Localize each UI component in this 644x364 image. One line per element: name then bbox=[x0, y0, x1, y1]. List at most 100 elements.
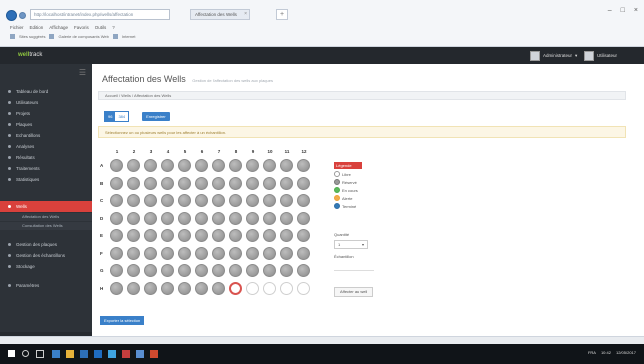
well-slot[interactable] bbox=[263, 159, 276, 172]
well-slot[interactable] bbox=[178, 194, 191, 207]
well-slot[interactable] bbox=[297, 194, 310, 207]
well-slot[interactable] bbox=[297, 246, 310, 260]
well-slot[interactable] bbox=[161, 211, 174, 225]
well-slot[interactable] bbox=[144, 159, 157, 172]
well-slot[interactable] bbox=[195, 159, 208, 172]
well-slot[interactable] bbox=[246, 229, 259, 242]
well-slot[interactable] bbox=[161, 264, 174, 277]
well-slot[interactable] bbox=[110, 159, 123, 172]
well-slot[interactable] bbox=[127, 176, 140, 190]
well-slot[interactable] bbox=[212, 246, 225, 260]
word-icon[interactable] bbox=[136, 350, 144, 358]
task-view-icon[interactable] bbox=[36, 350, 44, 358]
well-slot[interactable] bbox=[229, 246, 242, 260]
well-slot[interactable] bbox=[297, 211, 310, 225]
row-header[interactable]: B bbox=[100, 181, 106, 186]
well-slot[interactable] bbox=[195, 229, 208, 242]
menu-item[interactable]: ? bbox=[112, 25, 115, 30]
user-role-menu[interactable]: Utilisateur bbox=[584, 50, 617, 61]
well-slot[interactable] bbox=[161, 281, 174, 295]
well-slot[interactable] bbox=[212, 281, 225, 295]
app-logo[interactable]: welltrack bbox=[18, 52, 42, 58]
apply-button[interactable]: Affecter au well bbox=[334, 287, 374, 297]
well-slot[interactable] bbox=[263, 281, 276, 295]
column-header[interactable]: 5 bbox=[177, 149, 193, 154]
address-bar[interactable]: http://localhost/intranet/index.php/well… bbox=[30, 9, 170, 20]
plate-size-option[interactable]: 96 bbox=[105, 112, 116, 121]
well-slot[interactable] bbox=[195, 194, 208, 207]
row-header[interactable]: G bbox=[100, 268, 106, 273]
menu-item[interactable]: Affichage bbox=[49, 25, 68, 30]
well-slot[interactable] bbox=[246, 159, 259, 172]
menu-item[interactable]: Outils bbox=[95, 25, 107, 30]
well-slot[interactable] bbox=[144, 176, 157, 190]
well-slot[interactable] bbox=[178, 159, 191, 172]
well-slot[interactable] bbox=[263, 229, 276, 242]
sample-input[interactable] bbox=[334, 262, 374, 271]
column-header[interactable]: 10 bbox=[262, 149, 278, 154]
well-slot[interactable] bbox=[212, 159, 225, 172]
well-slot[interactable] bbox=[161, 176, 174, 190]
well-slot[interactable] bbox=[178, 264, 191, 277]
explorer-icon[interactable] bbox=[66, 350, 74, 358]
clock-date[interactable]: 12/05/2017 bbox=[616, 350, 636, 355]
well-slot[interactable] bbox=[110, 229, 123, 242]
browser-tab[interactable]: Affectation des Wells × bbox=[190, 9, 250, 20]
well-slot[interactable] bbox=[212, 211, 225, 225]
well-slot[interactable] bbox=[246, 211, 259, 225]
well-slot[interactable] bbox=[246, 281, 259, 295]
well-slot[interactable] bbox=[297, 264, 310, 277]
well-slot[interactable] bbox=[280, 194, 293, 207]
well-slot[interactable] bbox=[178, 211, 191, 225]
well-slot[interactable] bbox=[246, 194, 259, 207]
row-header[interactable]: F bbox=[100, 251, 106, 256]
sidebar-item[interactable]: Wells bbox=[0, 201, 92, 212]
column-header[interactable]: 3 bbox=[143, 149, 159, 154]
well-slot[interactable] bbox=[161, 229, 174, 242]
sidebar-item[interactable]: Paramètres bbox=[0, 280, 92, 291]
well-slot[interactable] bbox=[178, 281, 191, 295]
well-slot[interactable] bbox=[297, 159, 310, 172]
well-slot[interactable] bbox=[110, 211, 123, 225]
quantity-select[interactable]: 1 ▾ bbox=[334, 240, 368, 249]
back-icon[interactable] bbox=[6, 10, 17, 21]
well-slot[interactable] bbox=[212, 176, 225, 190]
well-slot[interactable] bbox=[297, 229, 310, 242]
well-slot[interactable] bbox=[195, 176, 208, 190]
row-header[interactable]: D bbox=[100, 216, 106, 221]
menu-item[interactable]: Fichier bbox=[10, 25, 24, 30]
well-slot[interactable] bbox=[178, 176, 191, 190]
close-icon[interactable]: × bbox=[244, 11, 247, 17]
sidebar-item[interactable]: Projets bbox=[0, 108, 92, 119]
ie-icon[interactable] bbox=[80, 350, 88, 358]
sidebar-item[interactable]: Echantillons bbox=[0, 130, 92, 141]
menu-item[interactable]: Favoris bbox=[74, 25, 89, 30]
well-slot[interactable] bbox=[263, 176, 276, 190]
favorite-link[interactable]: Sites suggérés bbox=[19, 34, 45, 39]
well-slot[interactable] bbox=[144, 246, 157, 260]
powerpoint-icon[interactable] bbox=[150, 350, 158, 358]
export-button[interactable]: Exporter la sélection bbox=[100, 316, 145, 325]
column-header[interactable]: 8 bbox=[228, 149, 244, 154]
well-slot[interactable] bbox=[229, 194, 242, 207]
column-header[interactable]: 6 bbox=[194, 149, 210, 154]
list-icon[interactable]: ☰ bbox=[79, 68, 86, 77]
well-slot[interactable] bbox=[127, 281, 140, 295]
well-slot[interactable] bbox=[110, 264, 123, 277]
sidebar-item[interactable]: Résultats bbox=[0, 152, 92, 163]
sidebar-item[interactable]: Gestion des échantillons bbox=[0, 250, 92, 261]
sidebar-item[interactable]: Plaques bbox=[0, 119, 92, 130]
well-slot[interactable] bbox=[263, 211, 276, 225]
well-slot[interactable] bbox=[229, 176, 242, 190]
clock-time[interactable]: 10:42 bbox=[601, 350, 611, 355]
well-slot[interactable] bbox=[178, 229, 191, 242]
column-header[interactable]: 2 bbox=[126, 149, 142, 154]
column-header[interactable]: 4 bbox=[160, 149, 176, 154]
well-slot[interactable] bbox=[229, 229, 242, 242]
well-slot[interactable] bbox=[297, 281, 310, 295]
app-icon[interactable] bbox=[122, 350, 130, 358]
forward-icon[interactable] bbox=[19, 12, 26, 19]
well-slot[interactable] bbox=[280, 264, 293, 277]
well-slot[interactable] bbox=[127, 229, 140, 242]
new-tab-button[interactable]: + bbox=[276, 9, 288, 20]
